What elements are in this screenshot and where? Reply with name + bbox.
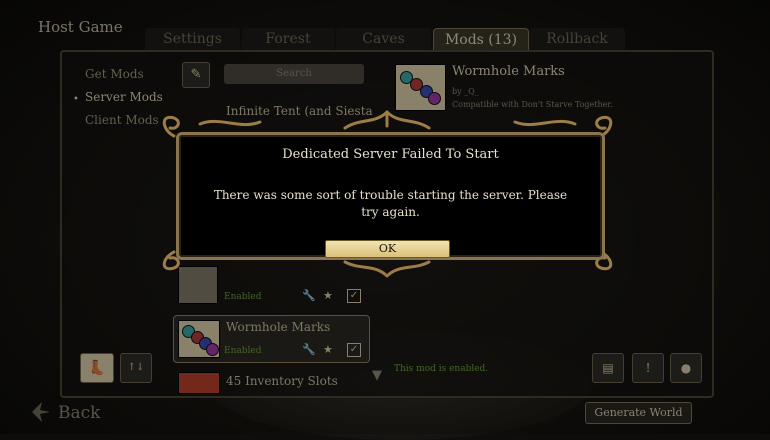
error-dialog: Dedicated Server Failed To Start There w… [160,106,615,280]
ok-button[interactable]: OK [325,240,450,258]
host-game-screen: Host Game Settings Forest Caves Mods (13… [0,0,770,440]
dialog-message: There was some sort of trouble starting … [213,188,568,219]
dialog-title: Dedicated Server Failed To Start [282,147,499,162]
